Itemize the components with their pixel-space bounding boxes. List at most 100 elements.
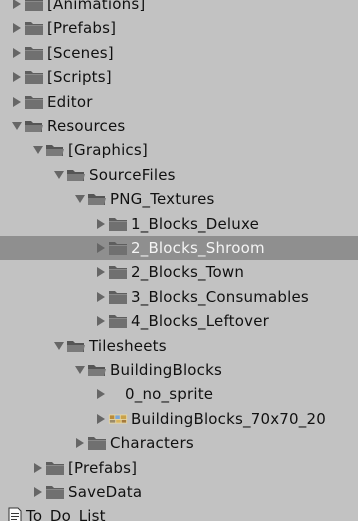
folder-icon [45,460,65,476]
tree-item-label: Tilesheets [89,336,167,355]
tree-item-label: PNG_Textures [110,190,215,209]
expand-arrow-down-icon[interactable] [74,187,86,211]
expand-arrow-right-icon[interactable] [95,260,107,284]
triangle-right-icon [13,72,21,83]
tree-row[interactable]: [Scripts] [0,65,358,89]
folder-icon [87,435,107,451]
expand-arrow-right-icon[interactable] [11,65,23,89]
expand-arrow-right-icon[interactable] [11,41,23,65]
open-folder-icon [87,191,107,207]
tree-item-label: Resources [47,117,126,135]
expand-arrow-right-icon[interactable] [32,456,44,480]
open-folder-icon [66,167,86,183]
expand-arrow-right-icon[interactable] [11,90,23,114]
project-tree-panel: [Animations] [Prefabs] [Scenes] [Scripts] Ed… [0,0,358,521]
tree-row[interactable]: [Prefabs] [0,456,358,480]
tree-item-label: [Animations] [47,0,146,13]
tree-item-label: BuildingBlocks [110,361,223,379]
tree-row[interactable]: [Animations] [0,0,358,16]
tree-row[interactable]: To_Do_List [0,504,358,521]
expand-arrow-down-icon[interactable] [53,163,65,187]
tree-item-label: 0_no_sprite [125,385,214,404]
expand-arrow-right-icon[interactable] [95,285,107,309]
tree-row[interactable]: BuildingBlocks [0,358,358,382]
tree-row[interactable]: PNG_Textures [0,187,358,211]
triangle-down-icon [54,170,64,179]
triangle-down-icon [33,146,43,155]
triangle-right-icon [34,487,42,497]
folder-icon [24,20,44,36]
tree-item-label: [Scenes] [47,43,114,62]
open-folder-icon [66,338,86,354]
triangle-right-icon [97,389,105,400]
tree-row[interactable]: BuildingBlocks_70x70_20 [0,407,358,431]
folder-icon [24,69,44,85]
triangle-right-icon [13,0,21,9]
expand-arrow-right-icon[interactable] [95,382,107,406]
tree-row[interactable]: Characters [0,431,358,455]
triangle-down-icon [75,366,85,374]
folder-icon [108,240,128,256]
folder-icon [108,264,128,280]
expand-arrow-right-icon[interactable] [95,236,107,260]
triangle-right-icon [76,438,84,449]
folder-icon [24,94,44,110]
folder-icon [108,289,128,305]
tree-item-label: [Scripts] [47,68,112,87]
expand-arrow-down-icon[interactable] [11,114,23,138]
triangle-right-icon [97,291,105,302]
open-folder-icon [87,362,107,378]
triangle-down-icon [12,122,22,130]
tree-item-label: BuildingBlocks_70x70_20 [131,409,326,428]
folder-icon [45,484,65,500]
tree-row[interactable]: [Scenes] [0,41,358,65]
tree-row[interactable]: Resources [0,114,358,138]
triangle-right-icon [13,23,21,34]
expand-arrow-right-icon[interactable] [32,480,44,504]
triangle-right-icon [97,218,105,229]
tree-row[interactable]: SaveData [0,480,358,504]
triangle-right-icon [97,243,105,253]
triangle-down-icon [54,341,64,350]
folder-icon [24,45,44,61]
tree-row[interactable]: Tilesheets [0,334,358,358]
expand-arrow-right-icon[interactable] [74,431,86,455]
expand-arrow-right-icon[interactable] [95,309,107,333]
tree-item-label: 2_Blocks_Town [131,263,245,282]
tree-item-label: SaveData [68,483,143,501]
open-folder-icon [24,118,44,134]
tree-item-label: 2_Blocks_Shroom [131,239,265,257]
expand-arrow-right-icon[interactable] [95,407,107,431]
tree-row[interactable]: 3_Blocks_Consumables [0,285,358,309]
tree-row[interactable]: Editor [0,90,358,114]
expand-arrow-right-icon[interactable] [95,212,107,236]
tree-item-label: Editor [47,92,93,111]
folder-icon [108,216,128,232]
triangle-right-icon [13,96,21,107]
expand-arrow-down-icon[interactable] [74,358,86,382]
triangle-right-icon [34,462,42,473]
tree-item-label: [Graphics] [68,141,148,160]
tree-row[interactable]: 4_Blocks_Leftover [0,309,358,333]
tree-row[interactable]: 2_Blocks_Town [0,260,358,284]
expand-arrow-down-icon[interactable] [32,138,44,162]
folder-icon [24,0,44,12]
sprite-sheet-icon [108,411,128,427]
triangle-right-icon [97,267,105,278]
tree-row[interactable]: 0_no_sprite [0,382,358,406]
tree-item-label: 3_Blocks_Consumables [131,287,309,306]
triangle-down-icon [75,195,85,204]
expand-arrow-right-icon[interactable] [11,0,23,16]
tree-row[interactable]: [Graphics] [0,138,358,162]
text-file-icon [7,507,23,521]
tree-row[interactable]: SourceFiles [0,163,358,187]
folder-icon [108,313,128,329]
tree-row[interactable]: 2_Blocks_Shroom [0,236,358,260]
triangle-right-icon [97,316,105,327]
tree-row[interactable]: [Prefabs] [0,16,358,40]
tree-item-label: SourceFiles [89,165,176,184]
tree-item-label: [Prefabs] [47,19,117,38]
expand-arrow-right-icon[interactable] [11,16,23,40]
expand-arrow-down-icon[interactable] [53,334,65,358]
tree-row[interactable]: 1_Blocks_Deluxe [0,212,358,236]
